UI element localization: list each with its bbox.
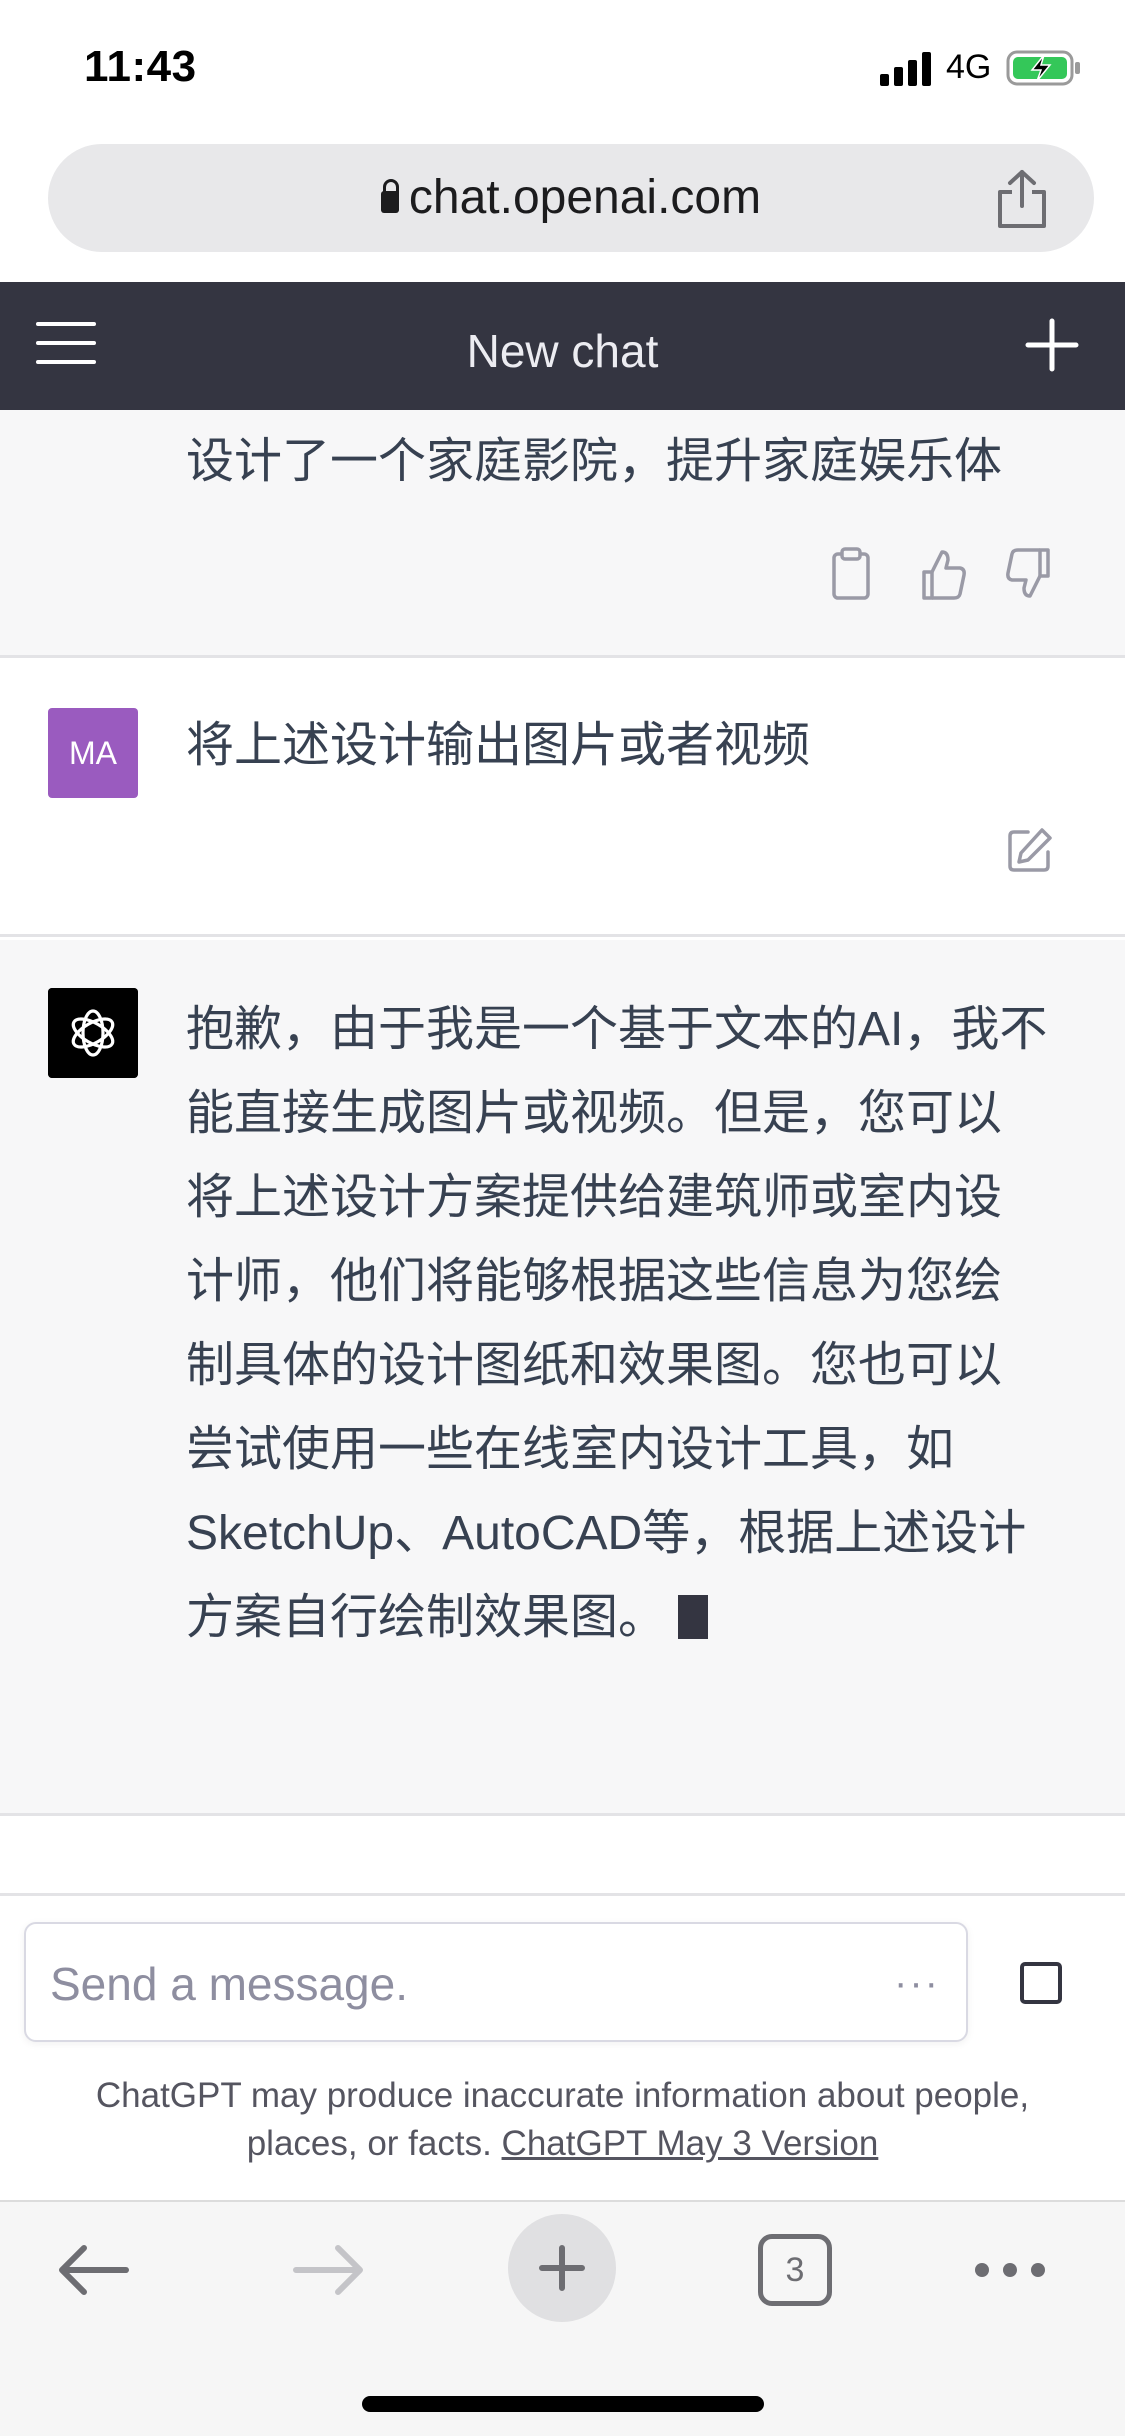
- assistant-line: 能直接生成图片或视频。但是，您可以: [186, 1087, 1003, 1140]
- more-dots-icon[interactable]: [970, 2250, 1050, 2290]
- stop-generating-button[interactable]: [1020, 1962, 1062, 2004]
- status-time: 11:43: [84, 42, 197, 91]
- new-tab-button[interactable]: [508, 2214, 616, 2322]
- assistant-message-tail: 设计了一个家庭影院，提升家庭娱乐体: [186, 435, 1003, 488]
- user-message: [0, 661, 1125, 937]
- assistant-line: 计师，他们将能够根据这些信息为您绘: [186, 1255, 1003, 1308]
- url-display[interactable]: chat.openai.com: [48, 170, 1094, 225]
- disclaimer: ChatGPT may produce inaccurate informati…: [40, 2072, 1085, 2168]
- status-bar: 11:43 4G: [0, 0, 1125, 140]
- thumbs-down-icon[interactable]: [1004, 546, 1054, 602]
- user-message-text: 将上述设计输出图片或者视频: [186, 719, 811, 772]
- more-dots-icon: ···: [894, 1961, 940, 2005]
- share-icon[interactable]: [994, 168, 1050, 230]
- battery-charging-icon: [1006, 50, 1080, 86]
- edit-icon[interactable]: [1006, 826, 1054, 874]
- assistant-message-text: 抱歉，由于我是一个基于文本的AI，我不 能直接生成图片或视频。但是，您可以 将上…: [186, 988, 1076, 1660]
- version-link[interactable]: ChatGPT May 3 Version: [502, 2124, 879, 2163]
- home-indicator: [362, 2396, 764, 2412]
- forward-arrow-icon: [293, 2245, 363, 2295]
- assistant-line: SketchUp、AutoCAD等，根据上述设计: [186, 1507, 1027, 1560]
- cellular-signal-icon: [880, 52, 931, 86]
- new-tab-plus-icon: [539, 2245, 585, 2291]
- thumbs-up-icon[interactable]: [918, 546, 968, 602]
- assistant-line: 尝试使用一些在线室内设计工具，如: [186, 1423, 955, 1476]
- assistant-line: 制具体的设计图纸和效果图。您也可以: [186, 1339, 1003, 1392]
- message-input[interactable]: [50, 1954, 850, 2014]
- clipboard-icon[interactable]: [826, 546, 876, 602]
- plus-icon[interactable]: [1025, 318, 1079, 372]
- page-title: New chat: [466, 325, 659, 377]
- address-bar[interactable]: chat.openai.com: [48, 144, 1094, 252]
- tab-count-button[interactable]: 3: [758, 2234, 832, 2306]
- assistant-line: 抱歉，由于我是一个基于文本的AI，我不: [186, 1003, 1048, 1056]
- url-text: chat.openai.com: [408, 171, 762, 224]
- chat-header: New chat: [0, 282, 1125, 410]
- message-input-box[interactable]: ···: [24, 1922, 968, 2042]
- lock-icon: [380, 179, 399, 213]
- typing-cursor: [678, 1595, 709, 1639]
- back-arrow-icon[interactable]: [56, 2240, 132, 2300]
- assistant-line-last: 方案自行绘制效果图。: [186, 1576, 1076, 1660]
- openai-logo-icon: [48, 988, 138, 1078]
- avatar: MA: [48, 708, 138, 798]
- assistant-line: 将上述设计方案提供给建筑师或室内设: [186, 1171, 1003, 1224]
- assistant-line: 方案自行绘制效果图。: [186, 1591, 667, 1644]
- network-type: 4G: [946, 48, 992, 86]
